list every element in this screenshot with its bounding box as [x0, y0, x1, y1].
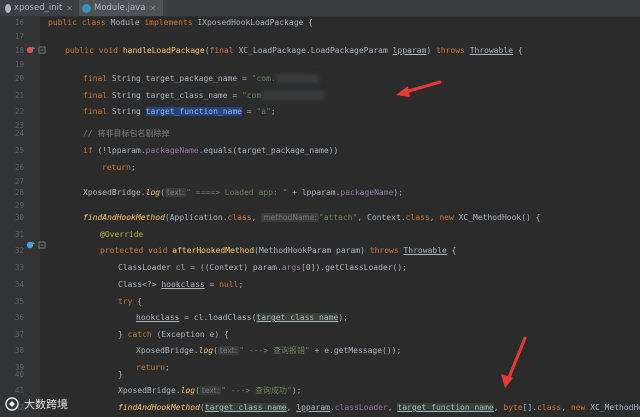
line-number: 41: [14, 386, 24, 395]
line-number: 34: [14, 280, 24, 289]
line-number: 40: [14, 370, 24, 379]
close-icon[interactable]: ✕: [149, 4, 156, 13]
code-line-20: final String target_package_name = "com.…: [83, 74, 320, 83]
tab-module-java[interactable]: Module.java ✕: [79, 0, 163, 16]
watermark: 大数跨境: [4, 396, 68, 412]
line-number: 21: [14, 91, 24, 100]
code-line-35: try {: [118, 297, 143, 306]
code-line-33: ClassLoader cl = ((Context) param.args[0…: [118, 263, 407, 272]
tab-label: Module.java: [94, 3, 146, 13]
ide-window: xposed_init ✕ Module.java ✕ public class…: [0, 0, 640, 417]
code-line-37: } catch (Exception e) {: [118, 330, 229, 339]
line-number: 31: [14, 230, 24, 239]
editor-tab-bar: xposed_init ✕ Module.java ✕: [0, 0, 640, 17]
code-line-22: final String target_function_name = "a";: [83, 107, 276, 116]
line-number: 27: [14, 177, 24, 186]
line-number: 18: [14, 46, 24, 55]
code-line-21: final String target_class_name = "comxxx…: [83, 91, 324, 100]
line-number: 17: [14, 32, 24, 41]
line-number: 19: [14, 60, 24, 69]
line-number: 26: [14, 163, 24, 172]
code-line-25: if (!lpparam.packageName.equals(target_p…: [83, 146, 339, 155]
code-line-41: XposedBridge.log(text: " ---> 查询成功");: [118, 386, 302, 395]
override-marker-icon[interactable]: [26, 240, 36, 250]
line-number: 38: [14, 346, 24, 355]
line-number: 37: [14, 330, 24, 339]
code-line-18: public void handleLoadPackage(final XC_L…: [65, 46, 523, 55]
code-line-34: Class<?> hookclass = null;: [118, 280, 244, 289]
close-icon[interactable]: ✕: [66, 4, 73, 13]
line-number: 16: [14, 18, 24, 27]
watermark-text: 大数跨境: [24, 398, 68, 411]
code-line-28: XposedBridge.log(text: " ====> Loaded app…: [83, 188, 404, 197]
code-editor[interactable]: public class Module implements IXposedHo…: [40, 17, 640, 417]
code-line-39: return;: [136, 363, 170, 372]
logo-icon: [5, 397, 19, 411]
line-number: 24: [14, 129, 24, 138]
fold-icon[interactable]: [38, 45, 46, 55]
code-line-42: findAndHookMethod(target_class_name, lpp…: [118, 403, 640, 412]
line-number: 32: [14, 246, 24, 255]
line-number: 33: [14, 263, 24, 272]
file-icon: [5, 3, 11, 13]
line-number: 22: [14, 107, 24, 116]
code-line-31: @Override: [100, 230, 144, 239]
line-number: 20: [14, 74, 24, 83]
code-line-40: }: [118, 370, 123, 379]
tab-label: xposed_init: [13, 3, 63, 13]
code-line-32: protected void afterHookedMethod(MethodH…: [100, 246, 457, 255]
fold-icon[interactable]: [38, 240, 46, 250]
line-number: 28: [14, 188, 24, 197]
tab-xposed-init[interactable]: xposed_init ✕: [2, 0, 76, 16]
line-number: 30: [14, 213, 24, 222]
override-marker-icon[interactable]: [26, 45, 36, 55]
line-number: 25: [14, 146, 24, 155]
line-number: 36: [14, 313, 24, 322]
code-line-36: hookclass = cl.loadClass(target_class_na…: [136, 313, 348, 322]
code-line-38: XposedBridge.log(text: " ---> 查询报错" + e.g…: [136, 346, 402, 355]
java-class-icon: [82, 3, 91, 13]
code-line-30: findAndHookMethod(Application.class, met…: [83, 213, 541, 222]
code-line-26: return;: [102, 163, 136, 172]
line-number: 35: [14, 297, 24, 306]
line-number: 29: [14, 201, 24, 210]
code-line-16: public class Module implements IXposedHo…: [48, 18, 313, 27]
code-line-24: // 将非目标包名剔除掉: [83, 129, 170, 138]
